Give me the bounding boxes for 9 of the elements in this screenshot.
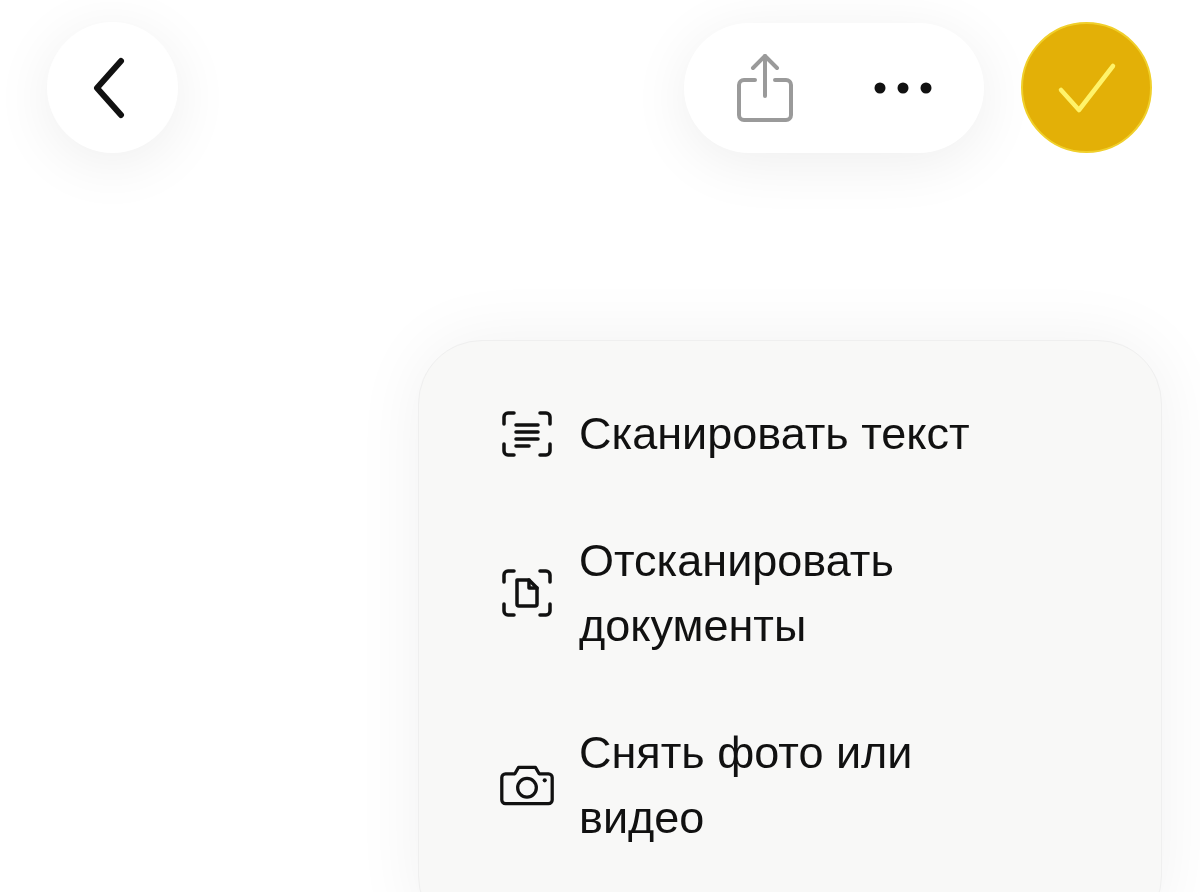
menu-item-label: Снять фото или видео [579, 726, 914, 845]
menu-item[interactable]: Отсканировать документы [499, 528, 1121, 658]
share-icon [734, 51, 796, 124]
scan-text-icon [501, 409, 553, 458]
menu-item[interactable]: Сканировать текст [499, 401, 1121, 466]
menu-item-label: Отсканировать документы [579, 534, 895, 653]
menu-item-label: Сканировать текст [579, 407, 970, 461]
scan-document-icon [501, 568, 553, 618]
menu-item[interactable]: Снять фото или видео [499, 720, 1121, 850]
